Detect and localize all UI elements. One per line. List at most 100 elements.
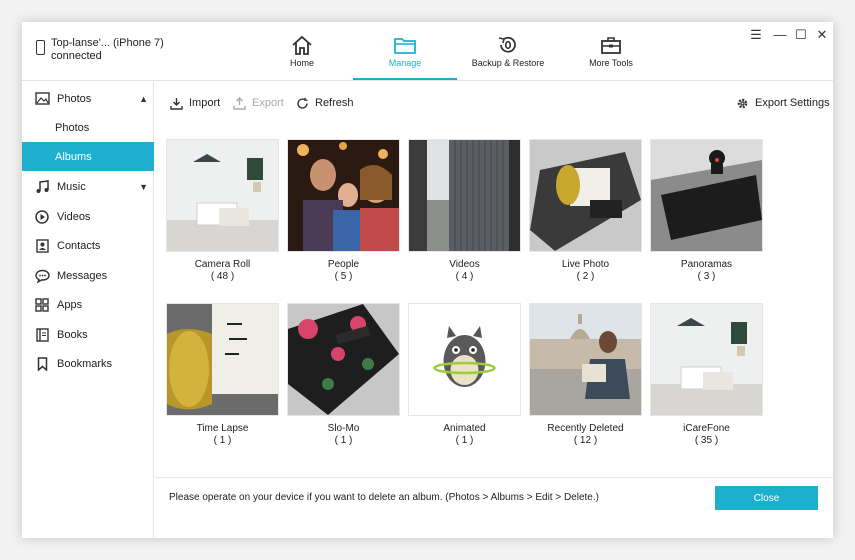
device-info: Top-lanse'... (iPhone 7) connected: [36, 37, 164, 63]
sidebar-item-music[interactable]: Music ▼: [22, 172, 154, 201]
footer-bar: Please operate on your device if you wan…: [155, 477, 833, 517]
sidebar-item-bookmarks-label: Bookmarks: [57, 357, 113, 370]
album-live-photo[interactable]: Live Photo ( 2 ): [529, 139, 642, 283]
toolbar: Import Export Refresh Export Settings: [155, 82, 833, 122]
album-count: ( 1 ): [455, 435, 474, 446]
photo-icon: [34, 91, 50, 107]
album-slo-mo[interactable]: Slo-Mo ( 1 ): [287, 303, 400, 447]
import-button[interactable]: Import: [169, 96, 220, 110]
sidebar-item-apps[interactable]: Apps: [22, 290, 154, 319]
message-icon: [34, 268, 50, 284]
album-recently-deleted[interactable]: Recently Deleted ( 12 ): [529, 303, 642, 447]
sidebar-item-apps-label: Apps: [57, 298, 83, 311]
sidebar-item-photos-sub[interactable]: Photos: [22, 113, 154, 142]
device-status: connected: [51, 50, 102, 62]
album-name: Live Photo: [561, 259, 610, 270]
device-name: Top-lanse'... (iPhone 7): [51, 37, 164, 49]
album-icarefone[interactable]: iCareFone ( 35 ): [650, 303, 763, 447]
sidebar-item-bookmarks[interactable]: Bookmarks: [22, 349, 154, 378]
export-icon: [232, 96, 246, 110]
album-count: ( 12 ): [573, 435, 598, 446]
album-thumbnail: [287, 139, 400, 252]
album-count: ( 4 ): [455, 271, 474, 282]
minimize-icon[interactable]: —: [772, 27, 788, 42]
menu-icon[interactable]: ☰: [748, 27, 764, 43]
apps-icon: [34, 297, 50, 313]
sidebar-item-contacts-label: Contacts: [57, 239, 101, 252]
sidebar-item-videos[interactable]: Videos: [22, 202, 154, 231]
export-settings-label: Export Settings: [755, 97, 830, 109]
album-thumbnail: [650, 139, 763, 252]
import-icon: [169, 96, 183, 110]
sidebar-item-messages[interactable]: Messages: [22, 261, 154, 290]
export-settings-button[interactable]: Export Settings: [735, 96, 830, 110]
phone-icon: [36, 40, 45, 55]
delete-hint-text: Please operate on your device if you wan…: [169, 492, 599, 503]
sidebar-item-messages-label: Messages: [57, 269, 108, 282]
sidebar-item-albums[interactable]: Albums: [22, 142, 154, 171]
chevron-down-icon: ▼: [139, 181, 148, 192]
album-panoramas[interactable]: Panoramas ( 3 ): [650, 139, 763, 283]
tab-backup-restore-label: Backup & Restore: [471, 58, 545, 68]
refresh-icon: [295, 96, 309, 110]
album-count: ( 3 ): [697, 271, 716, 282]
app-window: Top-lanse'... (iPhone 7) connected Home …: [22, 22, 833, 538]
album-count: ( 5 ): [334, 271, 353, 282]
album-animated[interactable]: Animated ( 1 ): [408, 303, 521, 447]
tab-more-tools[interactable]: More Tools: [559, 22, 663, 80]
home-icon: [292, 35, 312, 55]
tab-home-label: Home: [289, 58, 314, 68]
close-icon[interactable]: ✕: [814, 27, 830, 43]
album-videos[interactable]: Videos ( 4 ): [408, 139, 521, 283]
album-people[interactable]: People ( 5 ): [287, 139, 400, 283]
album-thumbnail: [529, 139, 642, 252]
tab-backup-restore[interactable]: Backup & Restore: [456, 22, 560, 80]
album-count: ( 35 ): [694, 435, 719, 446]
album-name: Recently Deleted: [547, 423, 624, 434]
album-name: Slo-Mo: [327, 423, 360, 434]
chevron-up-icon: ▲: [139, 93, 148, 104]
sidebar-item-photos-label: Photos: [57, 92, 92, 105]
album-count: ( 2 ): [576, 271, 595, 282]
album-camera-roll[interactable]: Camera Roll ( 48 ): [166, 139, 279, 283]
contacts-icon: [34, 238, 50, 254]
tab-manage[interactable]: Manage: [353, 22, 457, 80]
bookmark-icon: [34, 356, 50, 372]
refresh-label: Refresh: [315, 97, 354, 109]
play-icon: [34, 209, 50, 225]
export-label: Export: [252, 97, 284, 109]
album-thumbnail: [287, 303, 400, 416]
backup-restore-icon: [498, 36, 516, 53]
refresh-button[interactable]: Refresh: [295, 96, 354, 110]
sidebar-item-books[interactable]: Books: [22, 320, 154, 349]
album-count: ( 48 ): [210, 271, 235, 282]
album-name: Camera Roll: [194, 259, 251, 270]
folder-icon: [394, 38, 416, 54]
album-name: People: [327, 259, 360, 270]
album-count: ( 1 ): [213, 435, 232, 446]
sidebar-item-contacts[interactable]: Contacts: [22, 231, 154, 260]
close-button[interactable]: Close: [715, 486, 818, 510]
album-name: Videos: [449, 259, 480, 270]
sidebar-item-photos-sub-label: Photos: [55, 121, 90, 134]
tab-home[interactable]: Home: [250, 22, 354, 80]
header: Top-lanse'... (iPhone 7) connected Home …: [22, 22, 833, 81]
sidebar-item-videos-label: Videos: [57, 210, 91, 223]
album-time-lapse[interactable]: Time Lapse ( 1 ): [166, 303, 279, 447]
tab-manage-label: Manage: [388, 58, 422, 68]
album-thumbnail: [166, 303, 279, 416]
import-label: Import: [189, 97, 221, 109]
gear-icon: [735, 96, 749, 110]
sidebar-item-books-label: Books: [57, 328, 88, 341]
album-thumbnail: [529, 303, 642, 416]
maximize-icon[interactable]: ☐: [793, 27, 809, 43]
sidebar-item-photos[interactable]: Photos ▲: [22, 84, 154, 113]
album-thumbnail: [408, 303, 521, 416]
music-icon: [34, 179, 50, 195]
album-thumbnail: [650, 303, 763, 416]
album-name: Animated: [443, 423, 486, 434]
album-count: ( 1 ): [334, 435, 353, 446]
album-thumbnail: [166, 139, 279, 252]
export-button[interactable]: Export: [232, 96, 284, 110]
book-icon: [34, 327, 50, 343]
